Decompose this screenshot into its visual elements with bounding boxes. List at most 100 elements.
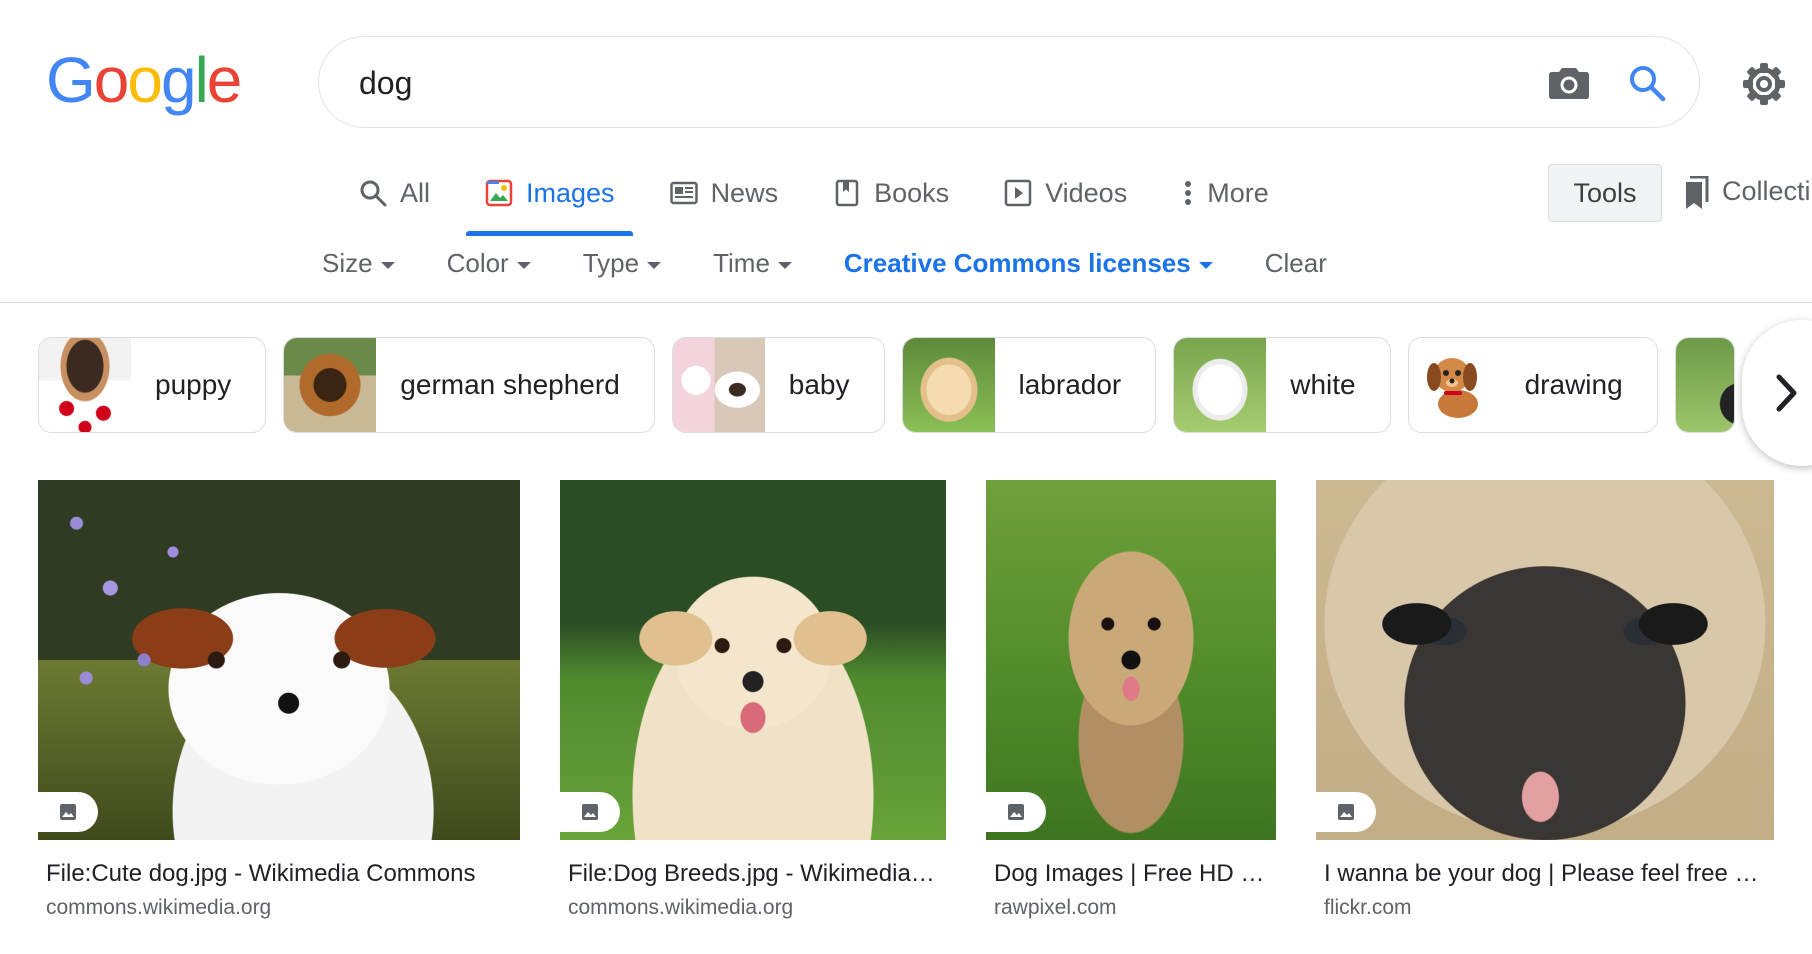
chip-thumbnail <box>39 338 131 432</box>
logo-letter: l <box>194 44 209 116</box>
chip-labrador[interactable]: labrador <box>901 337 1157 433</box>
google-logo[interactable]: Google <box>46 44 243 116</box>
cartoon-dog-icon <box>1426 358 1478 418</box>
filter-label: Creative Commons licenses <box>843 248 1191 278</box>
caret-down-icon <box>380 262 395 269</box>
filter-type[interactable]: Type <box>582 248 662 279</box>
result-site: flickr.com <box>1324 896 1412 919</box>
logo-letter: e <box>206 44 243 116</box>
gear-icon[interactable] <box>1738 58 1790 110</box>
tab-label: Books <box>874 178 950 208</box>
filter-label: Time <box>713 248 770 278</box>
header-divider <box>0 302 1812 303</box>
tab-all[interactable]: All <box>356 170 432 236</box>
tab-label: Images <box>526 178 615 208</box>
logo-letter: o <box>93 44 130 116</box>
bookmark-icon <box>1680 175 1710 217</box>
logo-letter: g <box>160 44 197 116</box>
result-image[interactable] <box>986 480 1276 840</box>
chevron-right-icon <box>1776 374 1797 412</box>
logo-letter: G <box>46 44 96 116</box>
chip-thumbnail <box>1675 338 1734 432</box>
image-badge <box>560 792 620 832</box>
tab-images[interactable]: Images <box>466 170 633 236</box>
result-image[interactable] <box>1316 480 1774 840</box>
result-card[interactable]: Dog Images | Free HD … rawpixel.com <box>986 480 1276 920</box>
chip-partial[interactable] <box>1674 337 1735 433</box>
image-icon <box>484 178 514 208</box>
chip-thumbnail <box>284 338 377 432</box>
related-searches: puppy german shepherd baby labrador whit… <box>38 337 1735 433</box>
chip-white[interactable]: white <box>1173 337 1391 433</box>
tab-label: Videos <box>1045 178 1128 208</box>
result-title[interactable]: Dog Images | Free HD … <box>986 860 1276 888</box>
image-badge <box>1316 792 1376 832</box>
tools-button[interactable]: Tools <box>1548 164 1662 222</box>
result-card[interactable]: I wanna be your dog | Please feel free …… <box>1316 480 1774 920</box>
tab-news[interactable]: News <box>667 170 781 236</box>
search-input[interactable]: dog <box>359 65 412 102</box>
chip-puppy[interactable]: puppy <box>38 337 267 433</box>
play-icon <box>1003 178 1033 208</box>
chip-thumbnail <box>1174 338 1267 432</box>
search-box[interactable]: dog <box>318 36 1700 128</box>
tab-more[interactable]: More <box>1179 170 1271 236</box>
tab-books[interactable]: Books <box>830 170 951 236</box>
result-card[interactable]: File:Dog Breeds.jpg - Wikimedia… commons… <box>560 480 946 920</box>
chip-baby[interactable]: baby <box>671 337 885 433</box>
chip-thumbnail <box>1408 338 1501 432</box>
collections-link[interactable]: Collecti <box>1680 175 1811 217</box>
result-card[interactable]: File:Cute dog.jpg - Wikimedia Commons co… <box>38 480 520 920</box>
filter-color[interactable]: Color <box>447 248 531 279</box>
filter-label: Clear <box>1264 248 1327 278</box>
result-site: commons.wikimedia.org <box>568 896 794 919</box>
chip-label: german shepherd <box>400 369 620 400</box>
caret-down-icon <box>516 262 531 269</box>
result-site: rawpixel.com <box>994 896 1117 919</box>
search-tabs: All Images News Books Videos More <box>356 170 1321 236</box>
result-image[interactable] <box>560 480 946 840</box>
chip-thumbnail <box>902 338 995 432</box>
camera-icon[interactable] <box>1543 57 1595 109</box>
image-icon <box>1008 804 1024 820</box>
chips-next-button[interactable] <box>1742 320 1812 466</box>
filter-usage-rights[interactable]: Creative Commons licenses <box>844 248 1213 279</box>
caret-down-icon <box>647 262 662 269</box>
image-icon <box>582 804 598 820</box>
collections-label: Collecti <box>1722 176 1811 206</box>
chip-label: drawing <box>1524 369 1623 400</box>
tab-label: All <box>400 178 431 208</box>
filter-time[interactable]: Time <box>713 248 792 279</box>
caret-down-icon <box>777 262 792 269</box>
image-badge <box>38 792 98 832</box>
chip-label: puppy <box>155 369 232 400</box>
result-site: commons.wikimedia.org <box>46 896 272 919</box>
tab-label: More <box>1207 178 1269 208</box>
tools-filter-bar: Size Color Type Time Creative Commons li… <box>322 248 1379 279</box>
filter-label: Size <box>322 248 373 278</box>
result-title[interactable]: File:Cute dog.jpg - Wikimedia Commons <box>38 860 520 888</box>
filter-size[interactable]: Size <box>322 248 395 279</box>
chip-label: baby <box>788 369 850 400</box>
caret-down-icon <box>1198 262 1213 269</box>
chip-german-shepherd[interactable]: german shepherd <box>283 337 655 433</box>
filter-label: Type <box>582 248 640 278</box>
chip-label: labrador <box>1018 369 1122 400</box>
result-title[interactable]: I wanna be your dog | Please feel free … <box>1316 860 1774 888</box>
result-title[interactable]: File:Dog Breeds.jpg - Wikimedia… <box>560 860 946 888</box>
result-image[interactable] <box>38 480 520 840</box>
filter-label: Color <box>446 248 509 278</box>
chip-thumbnail <box>672 338 765 432</box>
tab-videos[interactable]: Videos <box>1001 170 1129 236</box>
logo-letter: o <box>127 44 163 116</box>
chip-drawing[interactable]: drawing <box>1407 337 1658 433</box>
image-icon <box>60 804 76 820</box>
chip-label: white <box>1290 369 1356 400</box>
filter-clear[interactable]: Clear <box>1265 248 1327 279</box>
more-vert-icon <box>1181 178 1195 208</box>
search-icon[interactable] <box>1621 57 1673 109</box>
image-badge <box>986 792 1046 832</box>
tab-label: News <box>710 178 779 208</box>
search-icon <box>358 178 388 208</box>
book-icon <box>832 178 862 208</box>
